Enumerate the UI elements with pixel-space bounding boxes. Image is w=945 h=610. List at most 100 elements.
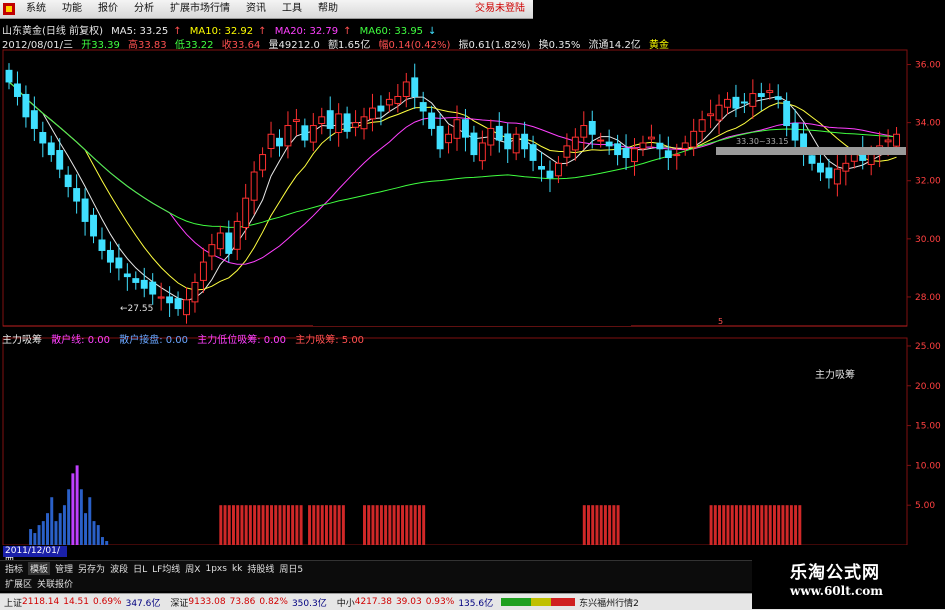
candle-body [749, 93, 757, 107]
main-accumulation-bar [308, 505, 312, 545]
retail-line-bar [84, 513, 88, 545]
main-accumulation-bar [616, 505, 620, 545]
watermark-url: www.60lt.com [790, 584, 883, 598]
main-accumulation-bar [730, 505, 734, 545]
main-accumulation-bar [401, 505, 405, 545]
candle-body [267, 133, 275, 149]
main-accumulation-bar [367, 505, 371, 545]
selection-highlight [716, 147, 906, 155]
indicator-tick-label: 20.00 [915, 382, 941, 392]
main-accumulation-bar [608, 505, 612, 545]
sh-index-value: 2118.14 [22, 597, 60, 607]
zx-index-value: 4217.38 [354, 597, 392, 607]
main-accumulation-bar [240, 505, 244, 545]
main-accumulation-bar [599, 505, 603, 545]
main-accumulation-bar [595, 505, 599, 545]
candle-body [622, 147, 630, 158]
zx-index-pct: 0.93% [425, 597, 455, 607]
tool-daily-l[interactable]: 日L [133, 562, 147, 575]
candle-body [605, 141, 613, 147]
candle-body [571, 136, 579, 151]
main-accumulation-bar [375, 505, 379, 545]
kline-chart[interactable]: 36.00 34.00 32.00 30.00 28.00 25.00 20.00 15.00… [0, 0, 945, 545]
price-tick-label: 28.00 [915, 293, 941, 303]
retail-line-bar [37, 525, 41, 545]
candle-body [724, 98, 731, 108]
candle-body [157, 296, 165, 299]
tool-lf-ma[interactable]: LF均线 [152, 562, 180, 575]
main-accumulation-bar [709, 505, 713, 545]
lowest-price-label: ←27.55 [120, 304, 154, 314]
cursor-date: 2011/12/01/四 [3, 546, 67, 567]
candle-body [5, 69, 13, 83]
main-accumulation-bar [417, 505, 421, 545]
candle-body [394, 95, 402, 104]
tool-save-as[interactable]: 另存为 [78, 562, 105, 575]
retail-line-bar [92, 521, 96, 545]
main-accumulation-bar [422, 505, 426, 545]
tool-indicator[interactable]: 指标 [5, 562, 23, 575]
price-tick-label: 34.00 [915, 119, 941, 129]
main-accumulation-bar [363, 505, 366, 545]
main-accumulation-bar [223, 505, 227, 545]
tool-wave[interactable]: 波段 [110, 562, 128, 575]
tool-kk[interactable]: kk [232, 564, 242, 574]
candle-body [39, 132, 47, 144]
candle-body [208, 244, 216, 257]
indicator-legend: 主力吸筹 散户线: 0.00 散户接盘: 0.00 主力低位吸筹: 0.00 主… [2, 331, 370, 346]
tab-extended-area[interactable]: 扩展区 [5, 577, 32, 590]
main-accumulation-bar [785, 505, 789, 545]
retail-line-bar [75, 465, 79, 545]
candle-body [504, 133, 512, 150]
main-accumulation-bar [248, 505, 252, 545]
candle-body [732, 96, 740, 109]
indicator-tick-label: 10.00 [915, 461, 941, 471]
main-accumulation-bar [227, 505, 231, 545]
candle-body [360, 116, 368, 130]
candle-body [81, 198, 89, 222]
candle-body [183, 299, 190, 316]
main-accumulation-bar [312, 505, 316, 545]
candle-body [817, 162, 824, 173]
sh-index-change: 14.51 [63, 597, 89, 607]
tool-1pxs[interactable]: 1pxs [205, 564, 226, 574]
main-accumulation-bar [789, 505, 793, 545]
tool-week-x[interactable]: 周X [185, 562, 200, 575]
tool-holding-line[interactable]: 持股线 [247, 562, 274, 575]
candle-body [563, 145, 571, 158]
main-accumulation-bar [324, 505, 328, 545]
main-accumulation-bar [320, 505, 324, 545]
candle-body [631, 148, 638, 163]
main-accumulation-bar [329, 505, 333, 545]
server-name[interactable]: 东兴福州行情2 [579, 596, 639, 609]
main-accumulation-legend: 主力吸筹: 5.00 [295, 335, 365, 346]
candle-body [259, 154, 267, 171]
tool-week-day-5[interactable]: 周日5 [279, 562, 303, 575]
tool-template[interactable]: 模板 [28, 562, 51, 575]
retail-line-bar [67, 489, 71, 545]
candle-body [580, 125, 588, 138]
candle-body [597, 139, 605, 142]
retail-takeover-legend: 散户接盘: 0.00 [119, 335, 189, 346]
tab-related-quote[interactable]: 关联报价 [37, 577, 73, 590]
main-accumulation-bar [772, 505, 776, 545]
retail-line-bar [100, 537, 104, 545]
main-accumulation-bar [257, 505, 261, 545]
low-accumulation-legend: 主力低位吸筹: 0.00 [197, 335, 287, 346]
main-accumulation-bar [219, 505, 223, 545]
retail-line-bar [54, 521, 58, 545]
candle-body [98, 239, 106, 251]
retail-line-bar [29, 529, 33, 545]
main-accumulation-bar [743, 505, 747, 545]
candle-body [487, 127, 495, 146]
main-accumulation-bar [282, 505, 286, 545]
indicator-name[interactable]: 主力吸筹 [2, 335, 42, 346]
candle-body [73, 188, 81, 202]
candle-body [352, 122, 360, 128]
candle-body [715, 104, 723, 121]
main-accumulation-bar [798, 505, 802, 545]
candle-body [521, 133, 529, 150]
candle-body [707, 113, 715, 117]
tool-manage[interactable]: 管理 [55, 562, 73, 575]
candle-body [225, 232, 233, 254]
